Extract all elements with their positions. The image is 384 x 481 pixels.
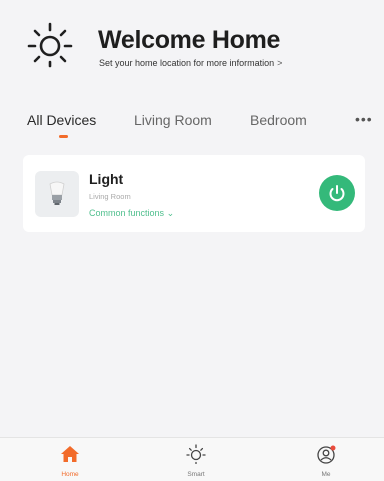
bottom-navigation: Home Smart Me — [0, 437, 384, 481]
notification-dot — [330, 445, 336, 451]
nav-smart-label: Smart — [187, 471, 205, 478]
nav-me-label: Me — [321, 471, 331, 478]
device-room: Living Room — [89, 192, 131, 201]
device-card[interactable]: Light Living Room Common functions ⌄ — [23, 155, 365, 232]
active-tab-indicator — [59, 135, 68, 138]
tab-bedroom[interactable]: Bedroom — [250, 112, 307, 128]
device-name: Light — [89, 171, 124, 187]
device-thumbnail — [35, 171, 79, 217]
tab-all-devices[interactable]: All Devices — [27, 112, 96, 128]
header: Welcome Home Set your home location for … — [0, 0, 384, 100]
profile-icon — [317, 445, 336, 464]
chevron-right-icon: > — [277, 58, 283, 68]
set-location-link[interactable]: Set your home location for more informat… — [99, 58, 282, 68]
nav-smart[interactable]: Smart — [156, 438, 236, 481]
nav-me[interactable]: Me — [286, 438, 366, 481]
weather-sun-icon — [27, 22, 73, 68]
chevron-down-icon: ⌄ — [166, 208, 175, 218]
set-location-text: Set your home location for more informat… — [99, 58, 275, 68]
home-icon — [61, 446, 79, 462]
tab-living-room[interactable]: Living Room — [134, 112, 212, 128]
page-title: Welcome Home — [98, 26, 281, 54]
more-icon[interactable]: ••• — [355, 111, 373, 127]
nav-home[interactable]: Home — [30, 438, 110, 481]
sun-icon — [186, 444, 206, 464]
light-bulb-icon — [49, 181, 65, 205]
common-functions-link[interactable]: Common functions ⌄ — [89, 208, 174, 219]
power-button[interactable] — [319, 175, 355, 211]
power-icon — [329, 185, 345, 202]
room-tabs: All Devices Living Room Bedroom ••• — [0, 104, 384, 144]
nav-home-label: Home — [61, 471, 79, 478]
common-functions-label: Common functions — [89, 208, 165, 218]
